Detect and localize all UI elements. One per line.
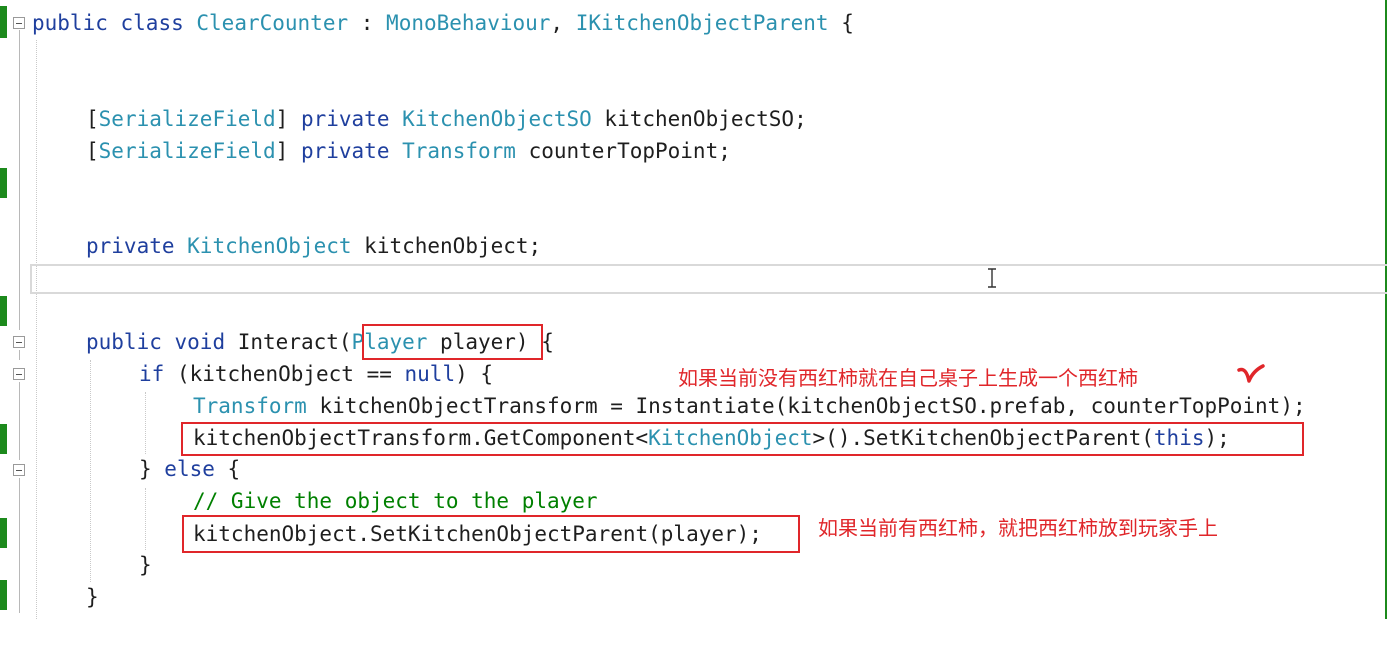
keyword: private [288, 139, 403, 163]
keyword: class [120, 11, 184, 35]
code-line-field[interactable]: private KitchenObject kitchenObject; [0, 231, 541, 261]
statement: kitchenObjectTransform = Instantiate(kit… [306, 394, 1306, 418]
keyword: public [86, 330, 162, 354]
method-name: Interact( [237, 330, 352, 354]
arrow-icon [1237, 364, 1265, 383]
comment: // Give the object to the player [193, 489, 598, 513]
punctuation: } [139, 457, 165, 481]
keyword: else [164, 457, 215, 481]
highlight-box-setparent [182, 515, 800, 553]
keyword: void [174, 330, 226, 354]
annotation-note: 如果当前没有西红柿就在自己桌子上生成一个西红柿 [678, 366, 1138, 390]
code-line-close-brace[interactable]: } [0, 550, 152, 580]
highlight-box-player-param [362, 324, 543, 360]
code-line-comment[interactable]: // Give the object to the player [0, 486, 598, 516]
condition: (kitchenObject == [164, 362, 405, 386]
identifier: kitchenObjectSO; [591, 107, 807, 131]
type-name: KitchenObjectSO [402, 107, 592, 131]
type-name: Transform [402, 139, 516, 163]
punctuation: , [550, 11, 576, 35]
punctuation: [ [86, 107, 99, 131]
code-line-close-brace[interactable]: } [0, 582, 99, 612]
type-name: Transform [193, 394, 307, 418]
punctuation: ) { [455, 362, 494, 386]
punctuation: { [214, 457, 241, 481]
punctuation: { [828, 11, 854, 35]
code-line-setparent[interactable]: kitchenObject.SetKitchenObjectParent(pla… [0, 519, 762, 549]
code-line-field[interactable]: [SerializeField] private Transform count… [0, 136, 731, 166]
code-line-class[interactable]: public class ClearCounter : MonoBehaviou… [0, 8, 854, 38]
punctuation: } [86, 585, 99, 609]
text-cursor-icon [988, 268, 996, 288]
punctuation: ] [275, 107, 289, 131]
punctuation: [ [86, 139, 99, 163]
annotation-note: 如果当前有西红柿，就把西红柿放到玩家手上 [818, 516, 1218, 540]
code-line-if[interactable]: if (kitchenObject == null) { [0, 359, 493, 389]
punctuation: : [348, 11, 387, 35]
code-editor[interactable]: public class ClearCounter : MonoBehaviou… [0, 0, 1387, 619]
keyword: null [404, 362, 456, 386]
class-name: ClearCounter [196, 11, 349, 35]
code-line-field[interactable]: [SerializeField] private KitchenObjectSO… [0, 104, 807, 134]
interface-type: IKitchenObjectParent [575, 11, 829, 35]
punctuation: } [139, 553, 152, 577]
base-type: MonoBehaviour [386, 11, 551, 35]
indent-guide [145, 488, 146, 550]
code-line-instantiate[interactable]: Transform kitchenObjectTransform = Insta… [0, 391, 1306, 421]
attribute: SerializeField [98, 107, 276, 131]
attribute: SerializeField [98, 139, 276, 163]
highlight-box-getcomponent [181, 422, 1304, 456]
keyword: private [86, 234, 188, 258]
code-line-else[interactable]: } else { [0, 454, 240, 484]
type-name: KitchenObject [187, 234, 352, 258]
keyword: if [139, 362, 165, 386]
identifier: kitchenObject; [351, 234, 542, 258]
keyword: public [32, 11, 108, 35]
keyword: private [288, 107, 403, 131]
code-line-getcomponent[interactable]: kitchenObjectTransform.GetComponent<Kitc… [0, 423, 1230, 453]
identifier: counterTopPoint; [515, 139, 731, 163]
code-line-method[interactable]: public void Interact(Player player) { [0, 327, 554, 357]
indent-guide [145, 392, 146, 454]
punctuation: ] [275, 139, 289, 163]
indent-guide [90, 360, 91, 582]
current-line-highlight [30, 264, 1387, 294]
